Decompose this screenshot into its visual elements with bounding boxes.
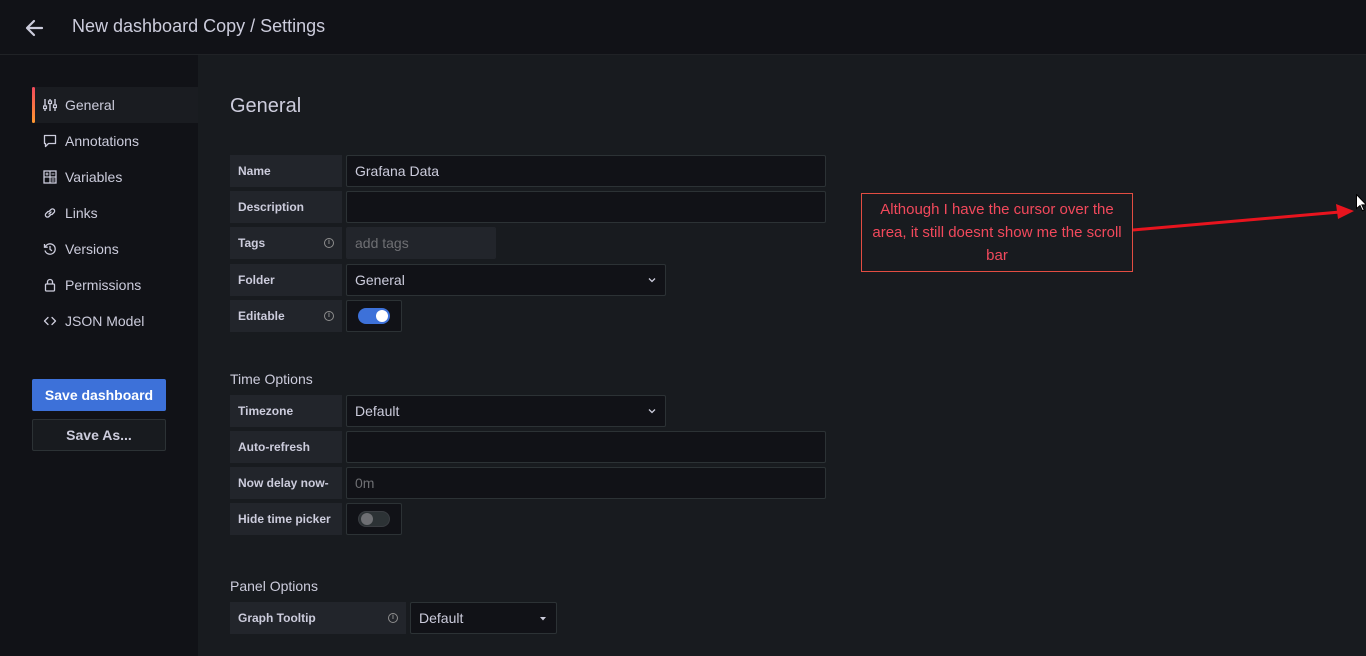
- settings-sidebar: General Annotations Variables Links Vers…: [0, 55, 198, 656]
- editable-toggle-container: [346, 300, 402, 332]
- save-dashboard-button[interactable]: Save dashboard: [32, 379, 166, 411]
- timezone-row: Timezone Default: [230, 395, 666, 427]
- calculator-icon: [42, 169, 58, 185]
- sidebar-item-json-model[interactable]: JSON Model: [32, 303, 198, 339]
- settings-main: General Name Grafana Data Description Ta…: [198, 55, 1366, 656]
- autorefresh-row: Auto-refresh: [230, 431, 826, 463]
- lock-icon: [42, 277, 58, 293]
- hide-time-picker-label: Hide time picker: [230, 503, 342, 535]
- nowdelay-row: Now delay now- 0m: [230, 467, 826, 499]
- folder-row: Folder General: [230, 264, 666, 296]
- sidebar-item-label: JSON Model: [65, 313, 145, 329]
- autorefresh-label: Auto-refresh: [230, 431, 342, 463]
- sidebar-item-general[interactable]: General: [32, 87, 198, 123]
- name-row: Name Grafana Data: [230, 155, 826, 187]
- graph-tooltip-select[interactable]: Default: [410, 602, 557, 634]
- autorefresh-input[interactable]: [346, 431, 826, 463]
- folder-label: Folder: [230, 264, 342, 296]
- tags-row: Tags i add tags: [230, 227, 496, 259]
- sidebar-item-label: Links: [65, 205, 98, 221]
- graph-tooltip-row: Graph Tooltip i Default: [230, 602, 557, 634]
- comment-icon: [42, 133, 58, 149]
- arrow-left-icon: [25, 19, 44, 37]
- tags-label: Tags i: [230, 227, 342, 259]
- sidebar-item-label: Annotations: [65, 133, 139, 149]
- back-button[interactable]: [20, 14, 48, 42]
- editable-label: Editable i: [230, 300, 342, 332]
- save-as-button[interactable]: Save As...: [32, 419, 166, 451]
- page-title: New dashboard Copy / Settings: [72, 16, 326, 36]
- info-icon[interactable]: i: [324, 238, 334, 248]
- folder-select[interactable]: General: [346, 264, 666, 296]
- toggle-knob: [376, 310, 388, 322]
- nowdelay-input[interactable]: 0m: [346, 467, 826, 499]
- description-input[interactable]: [346, 191, 826, 223]
- chevron-down-icon: [648, 409, 656, 414]
- description-row: Description: [230, 191, 826, 223]
- caret-down-icon: [540, 617, 546, 621]
- editable-row: Editable i: [230, 300, 402, 332]
- mouse-cursor-icon: [1356, 194, 1366, 212]
- info-icon[interactable]: i: [388, 613, 398, 623]
- sidebar-item-label: Permissions: [65, 277, 142, 293]
- panel-options-title: Panel Options: [230, 578, 318, 594]
- top-bar: New dashboard Copy / Settings: [0, 0, 1366, 55]
- annotation-callout: Although I have the cursor over the area…: [861, 193, 1133, 272]
- sliders-icon: [42, 97, 58, 113]
- sidebar-item-label: Versions: [65, 241, 119, 257]
- graph-tooltip-label: Graph Tooltip i: [230, 602, 406, 634]
- sidebar-item-label: General: [65, 97, 115, 113]
- hide-time-picker-toggle[interactable]: [358, 511, 390, 527]
- code-icon: [42, 313, 58, 329]
- sidebar-item-versions[interactable]: Versions: [32, 231, 198, 267]
- section-heading: General: [230, 95, 302, 117]
- timezone-label: Timezone: [230, 395, 342, 427]
- sidebar-item-label: Variables: [65, 169, 123, 185]
- tags-input[interactable]: add tags: [346, 227, 496, 259]
- toggle-knob: [361, 513, 373, 525]
- sidebar-item-annotations[interactable]: Annotations: [32, 123, 198, 159]
- sidebar-item-permissions[interactable]: Permissions: [32, 267, 198, 303]
- chevron-down-icon: [648, 278, 656, 283]
- history-icon: [42, 241, 58, 257]
- sidebar-item-links[interactable]: Links: [32, 195, 198, 231]
- hide-time-picker-row: Hide time picker: [230, 503, 402, 535]
- settings-nav: General Annotations Variables Links Vers…: [32, 87, 198, 339]
- description-label: Description: [230, 191, 342, 223]
- name-label: Name: [230, 155, 342, 187]
- time-options-title: Time Options: [230, 371, 313, 387]
- link-icon: [42, 205, 58, 221]
- editable-toggle[interactable]: [358, 308, 390, 324]
- hide-time-picker-toggle-container: [346, 503, 402, 535]
- timezone-select[interactable]: Default: [346, 395, 666, 427]
- info-icon[interactable]: i: [324, 311, 334, 321]
- sidebar-item-variables[interactable]: Variables: [32, 159, 198, 195]
- name-input[interactable]: Grafana Data: [346, 155, 826, 187]
- nowdelay-label: Now delay now-: [230, 467, 342, 499]
